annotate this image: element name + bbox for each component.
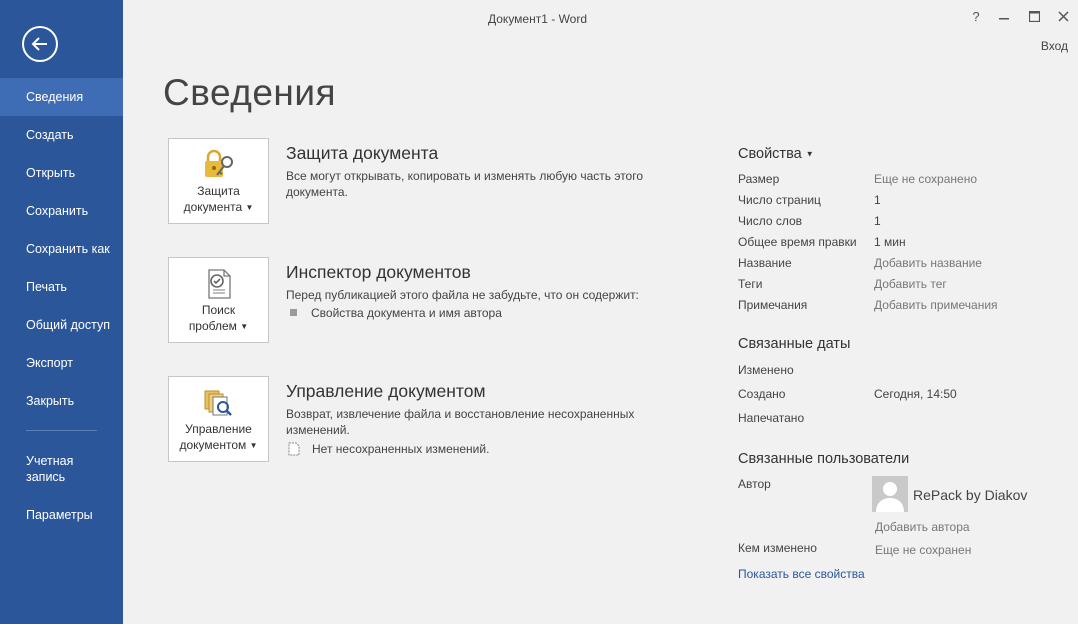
back-arrow-icon[interactable] <box>22 26 58 62</box>
sidebar-item-open[interactable]: Открыть <box>0 154 123 192</box>
tile-label-line1: Защита <box>197 184 240 198</box>
sidebar-item-close[interactable]: Закрыть <box>0 382 123 420</box>
properties-heading[interactable]: Свойства ▼ <box>738 146 814 162</box>
comments-field[interactable]: Добавить примечания <box>874 298 998 312</box>
minimize-icon[interactable] <box>994 6 1014 26</box>
bullet-square-icon <box>290 309 297 316</box>
bullet-item: Свойства документа и имя автора <box>286 306 502 320</box>
tile-label-text: документом <box>179 438 247 452</box>
section-heading: Защита документа <box>286 143 439 163</box>
bullet-text: Нет несохраненных изменений. <box>312 442 490 456</box>
date-value: Сегодня, 14:50 <box>874 387 957 401</box>
sidebar-item-account[interactable]: Учетная запись <box>0 447 110 491</box>
bullet-item: Нет несохраненных изменений. <box>287 442 489 459</box>
modified-by-label: Кем изменено <box>738 541 817 555</box>
maximize-icon[interactable] <box>1024 6 1044 26</box>
sidebar-item-export[interactable]: Экспорт <box>0 344 123 382</box>
tile-label: Управление документом ▼ <box>169 421 268 454</box>
property-label: Теги <box>738 277 763 291</box>
help-button[interactable]: ? <box>966 6 986 26</box>
tile-label: Защита документа ▼ <box>169 183 268 216</box>
sidebar-item-save[interactable]: Сохранить <box>0 192 123 230</box>
dropdown-caret-icon: ▼ <box>240 321 249 331</box>
protect-document-button[interactable]: Защита документа ▼ <box>168 138 269 224</box>
window-title: Документ1 - Word <box>488 12 588 26</box>
property-value: 1 <box>874 214 881 228</box>
related-people-heading: Связанные пользователи <box>738 451 910 467</box>
manage-versions-icon <box>202 387 236 419</box>
dropdown-caret-icon: ▼ <box>245 202 254 212</box>
property-label: Число слов <box>738 214 803 228</box>
dropdown-caret-icon: ▼ <box>249 440 258 450</box>
tile-label-line2: проблем ▼ <box>169 318 268 335</box>
sidebar-item-options[interactable]: Параметры <box>0 496 123 534</box>
date-label: Создано <box>738 387 786 401</box>
tile-label: Поиск проблем ▼ <box>169 302 268 335</box>
title-field[interactable]: Добавить название <box>874 256 982 270</box>
manage-document-button[interactable]: Управление документом ▼ <box>168 376 269 462</box>
sidebar-item-share[interactable]: Общий доступ <box>0 306 123 344</box>
sidebar-item-new[interactable]: Создать <box>0 116 123 154</box>
bullet-text: Свойства документа и имя автора <box>311 306 502 320</box>
property-label: Размер <box>738 172 780 186</box>
property-label: Число страниц <box>738 193 821 207</box>
document-inspector-icon <box>202 268 236 300</box>
tile-label-line1: Управление <box>185 422 252 436</box>
show-all-properties-link[interactable]: Показать все свойства <box>738 567 865 581</box>
property-label: Название <box>738 256 792 270</box>
avatar-icon <box>872 476 908 512</box>
tile-label-line2: документом ▼ <box>169 437 268 454</box>
property-label: Примечания <box>738 298 808 312</box>
section-description: Возврат, извлечение файла и восстановлен… <box>286 407 635 437</box>
section-description: Все могут открывать, копировать и изменя… <box>286 169 644 199</box>
sidebar-item-save-as[interactable]: Сохранить как <box>0 230 123 268</box>
sidebar-item-print[interactable]: Печать <box>0 268 123 306</box>
sidebar-item-info[interactable]: Сведения <box>0 78 123 116</box>
section-description: Перед публикацией этого файла не забудьт… <box>286 288 639 302</box>
tile-label-text: документа <box>183 200 243 214</box>
author-name[interactable]: RePack by Diakov <box>913 487 1027 503</box>
properties-heading-text: Свойства <box>738 146 802 162</box>
property-value: 1 мин <box>874 235 906 249</box>
sign-in-link[interactable]: Вход <box>1041 39 1068 53</box>
property-value: Еще не сохранено <box>874 172 978 186</box>
lock-key-icon <box>202 149 236 181</box>
related-dates-heading: Связанные даты <box>738 336 851 352</box>
tags-field[interactable]: Добавить тег <box>874 277 947 291</box>
page-title: Сведения <box>163 72 337 113</box>
backstage-sidebar: Сведения Создать Открыть Сохранить Сохра… <box>0 0 123 624</box>
modified-by-value: Еще не сохранен <box>875 543 972 557</box>
section-heading: Управление документом <box>286 381 486 401</box>
date-label: Изменено <box>738 363 794 377</box>
property-label: Общее время правки <box>738 235 857 249</box>
dropdown-caret-icon: ▼ <box>805 149 814 159</box>
add-author-link[interactable]: Добавить автора <box>875 520 970 534</box>
tile-label-text: проблем <box>188 319 237 333</box>
property-value: 1 <box>874 193 881 207</box>
close-icon[interactable] <box>1053 6 1073 26</box>
tile-label-line2: документа ▼ <box>169 199 268 216</box>
date-label: Напечатано <box>738 411 805 425</box>
author-label: Автор <box>738 477 771 491</box>
document-outline-icon <box>287 442 301 459</box>
check-for-issues-button[interactable]: Поиск проблем ▼ <box>168 257 269 343</box>
section-heading: Инспектор документов <box>286 262 471 282</box>
tile-label-line1: Поиск <box>201 303 236 317</box>
sidebar-divider <box>26 430 97 431</box>
